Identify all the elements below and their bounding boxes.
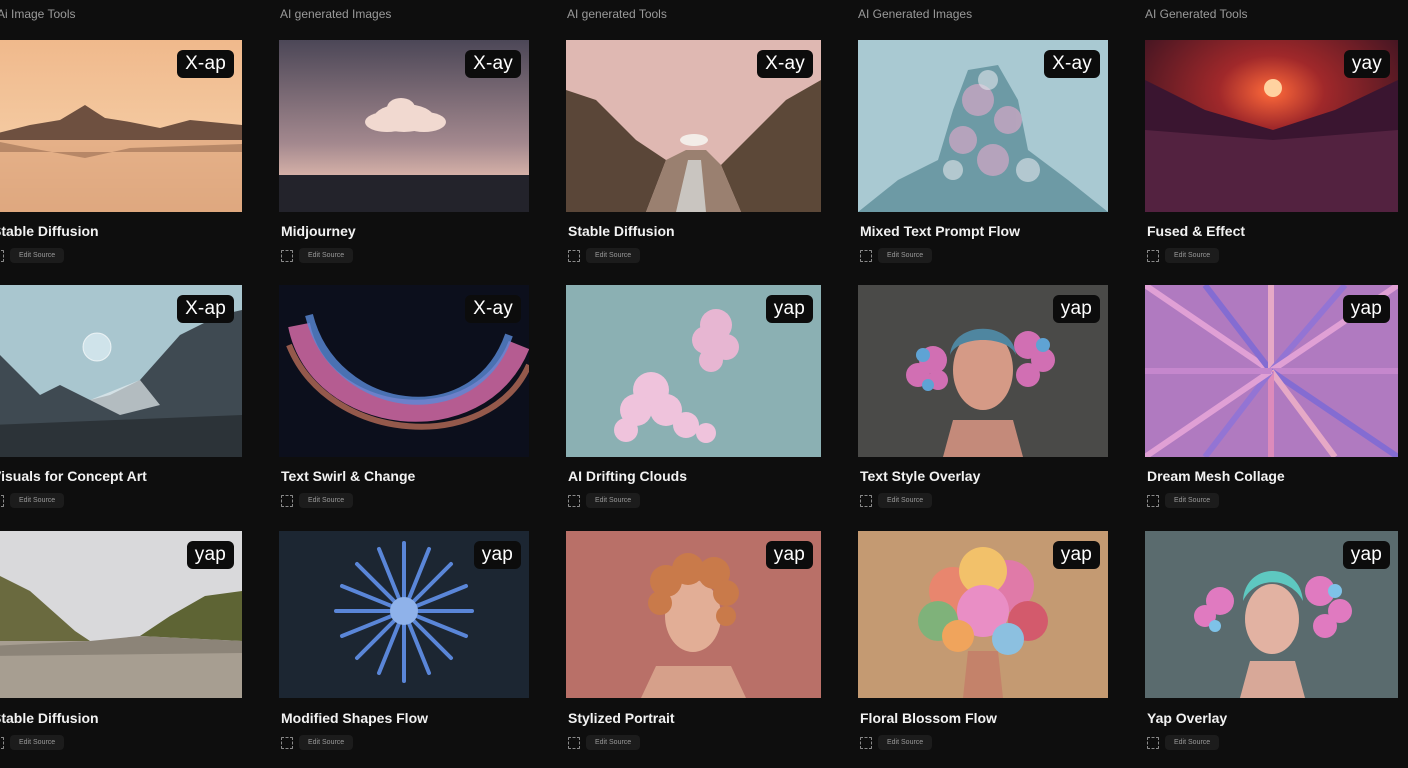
model-badge: yap: [765, 541, 813, 569]
card-title: Visuals for Concept Art: [0, 468, 147, 484]
edit-source-chip[interactable]: Edit Source: [878, 493, 933, 508]
model-badge: yap: [1342, 541, 1390, 569]
card-title: Fused & Effect: [1147, 223, 1246, 239]
model-badge: X-ay: [757, 50, 813, 78]
crop-icon[interactable]: [1147, 494, 1159, 507]
model-badge: X-ap: [177, 50, 234, 78]
model-badge: X-ay: [1044, 50, 1100, 78]
model-badge: yap: [473, 541, 521, 569]
image-thumbnail[interactable]: X-ap: [0, 40, 242, 212]
crop-icon[interactable]: [568, 736, 580, 749]
image-thumbnail[interactable]: yap: [858, 531, 1108, 698]
model-badge: yay: [1343, 50, 1390, 78]
crop-icon[interactable]: [568, 249, 580, 262]
card-title: Stable Diffusion: [0, 223, 99, 239]
card-title: Stable Diffusion: [0, 710, 99, 726]
crop-icon[interactable]: [860, 736, 872, 749]
card-title: Text Swirl & Change: [281, 468, 416, 484]
edit-source-chip[interactable]: Edit Source: [878, 248, 933, 263]
edit-source-chip[interactable]: Edit Source: [878, 735, 933, 750]
crop-icon[interactable]: [860, 494, 872, 507]
column-header-4: AI Generated Images: [858, 7, 973, 21]
edit-source-chip[interactable]: Edit Source: [299, 735, 354, 750]
model-badge: yap: [1052, 541, 1100, 569]
card-title: Floral Blossom Flow: [860, 710, 997, 726]
crop-icon[interactable]: [1147, 736, 1159, 749]
image-thumbnail[interactable]: X-ay: [279, 40, 529, 212]
model-badge: X-ap: [177, 295, 234, 323]
card-title: AI Drifting Clouds: [568, 468, 687, 484]
model-badge: yap: [1342, 295, 1390, 323]
model-badge: X-ay: [465, 50, 521, 78]
column-header-3: AI generated Tools: [567, 7, 667, 21]
crop-icon[interactable]: [568, 494, 580, 507]
edit-source-chip[interactable]: Edit Source: [1165, 735, 1220, 750]
edit-source-chip[interactable]: Edit Source: [586, 493, 641, 508]
image-thumbnail[interactable]: yap: [566, 531, 821, 698]
card-title: Mixed Text Prompt Flow: [860, 223, 1020, 239]
image-thumbnail[interactable]: X-ay: [279, 285, 529, 457]
column-header-2: AI generated Images: [280, 7, 392, 21]
image-thumbnail[interactable]: yay: [1145, 40, 1398, 212]
card-title: Stable Diffusion: [568, 223, 675, 239]
crop-icon[interactable]: [0, 494, 4, 507]
crop-icon[interactable]: [281, 494, 293, 507]
model-badge: yap: [765, 295, 813, 323]
image-thumbnail[interactable]: yap: [1145, 285, 1398, 457]
edit-source-chip[interactable]: Edit Source: [10, 493, 65, 508]
image-thumbnail[interactable]: yap: [566, 285, 821, 457]
image-thumbnail[interactable]: yap: [1145, 531, 1398, 698]
image-thumbnail[interactable]: X-ay: [858, 40, 1108, 212]
card-title: Midjourney: [281, 223, 356, 239]
column-header-5: AI Generated Tools: [1145, 7, 1248, 21]
model-badge: yap: [186, 541, 234, 569]
card-title: Dream Mesh Collage: [1147, 468, 1285, 484]
image-thumbnail[interactable]: X-ay: [566, 40, 821, 212]
card-title: Text Style Overlay: [860, 468, 981, 484]
card-title: Stylized Portrait: [568, 710, 675, 726]
edit-source-chip[interactable]: Edit Source: [10, 248, 65, 263]
edit-source-chip[interactable]: Edit Source: [10, 735, 65, 750]
model-badge: yap: [1052, 295, 1100, 323]
edit-source-chip[interactable]: Edit Source: [299, 493, 354, 508]
crop-icon[interactable]: [281, 736, 293, 749]
image-thumbnail[interactable]: yap: [279, 531, 529, 698]
card-title: Modified Shapes Flow: [281, 710, 429, 726]
crop-icon[interactable]: [0, 249, 4, 262]
image-thumbnail[interactable]: yap: [0, 531, 242, 698]
model-badge: X-ay: [465, 295, 521, 323]
image-thumbnail[interactable]: X-ap: [0, 285, 242, 457]
crop-icon[interactable]: [0, 736, 4, 749]
edit-source-chip[interactable]: Edit Source: [1165, 248, 1220, 263]
image-thumbnail[interactable]: yap: [858, 285, 1108, 457]
edit-source-chip[interactable]: Edit Source: [586, 248, 641, 263]
column-header-1: Ai Image Tools: [0, 7, 76, 21]
card-title: Yap Overlay: [1147, 710, 1228, 726]
edit-source-chip[interactable]: Edit Source: [299, 248, 354, 263]
edit-source-chip[interactable]: Edit Source: [586, 735, 641, 750]
edit-source-chip[interactable]: Edit Source: [1165, 493, 1220, 508]
crop-icon[interactable]: [1147, 249, 1159, 262]
crop-icon[interactable]: [860, 249, 872, 262]
crop-icon[interactable]: [281, 249, 293, 262]
